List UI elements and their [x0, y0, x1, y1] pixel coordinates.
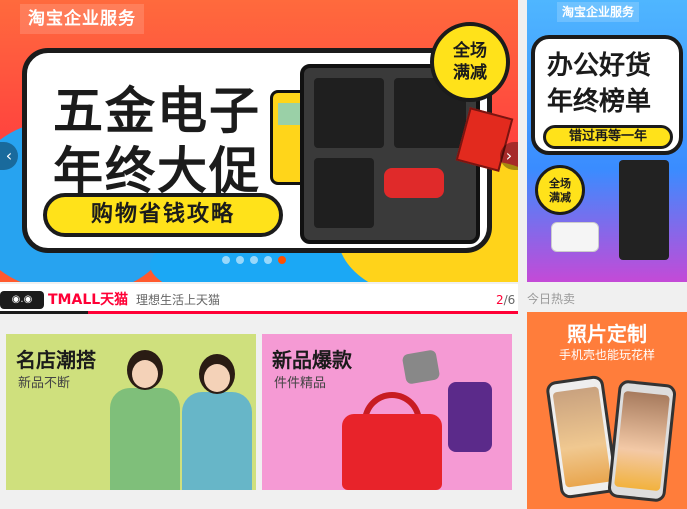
tmall-cat-icon: ◉.◉ — [0, 291, 44, 309]
model-image — [182, 354, 252, 490]
model-image — [110, 350, 180, 490]
panel-subtitle: 新品不断 — [18, 376, 71, 391]
carousel-dot[interactable] — [222, 256, 230, 264]
taobao-enterprise-logo: 淘宝企业服务 — [20, 4, 144, 34]
taobao-enterprise-logo: 淘宝企业服务 — [557, 2, 640, 22]
side-promo-card: 办公好货 年终榜单 错过再等一年 — [531, 35, 683, 155]
badge-line1: 全场 — [549, 177, 571, 190]
phone-case-image — [606, 379, 678, 503]
tmall-slogan: 理想生活上天猫 — [136, 293, 221, 307]
badge-line1: 全场 — [453, 41, 487, 61]
side-panel-title: 照片定制 — [567, 322, 647, 346]
tmall-page-indicator: 2/6 — [496, 291, 515, 309]
panel-new-products[interactable]: 新品爆款 件件精品 — [262, 334, 512, 490]
carousel-dot[interactable] — [236, 256, 244, 264]
main-carousel-banner[interactable]: 淘宝企业服务 五金电子 年终大促 购物省钱攻略 全场 满减 ‹ › — [0, 0, 518, 282]
suitcase-image — [448, 382, 492, 452]
side-title-line2: 年终榜单 — [547, 87, 652, 117]
promo-cta-button[interactable]: 购物省钱攻略 — [43, 193, 283, 237]
page-current: 2 — [496, 293, 504, 307]
side-title-line1: 办公好货 — [547, 51, 652, 81]
panel-fashion[interactable]: 名店潮搭 新品不断 — [6, 334, 256, 490]
tmall-logo[interactable]: TMALL天猫 — [48, 291, 128, 309]
page-root: 淘宝企业服务 五金电子 年终大促 购物省钱攻略 全场 满减 ‹ › 淘宝企业服务… — [0, 0, 687, 509]
today-hot-label: 今日热卖 — [527, 292, 576, 306]
projector-image — [551, 222, 599, 252]
handbag-image — [342, 414, 442, 490]
carousel-dot-active[interactable] — [278, 256, 286, 264]
panel-subtitle: 件件精品 — [274, 376, 327, 391]
discount-badge: 全场 满减 — [430, 22, 510, 102]
page-total: /6 — [503, 293, 516, 307]
panel-title: 名店潮搭 — [16, 348, 96, 372]
carousel-dot[interactable] — [264, 256, 272, 264]
badge-line2: 满减 — [549, 191, 571, 204]
carousel-dot[interactable] — [250, 256, 258, 264]
side-cta-pill[interactable]: 错过再等一年 — [543, 125, 673, 149]
panel-title: 新品爆款 — [272, 348, 352, 372]
side-discount-badge: 全场 满减 — [535, 165, 585, 215]
panel-photo-custom[interactable]: 照片定制 手机壳也能玩花样 — [527, 312, 687, 509]
side-promo-banner[interactable]: 淘宝企业服务 办公好货 年终榜单 错过再等一年 全场 满减 — [527, 0, 687, 282]
accessory-image — [401, 349, 441, 385]
desktop-pc-image — [619, 160, 669, 260]
badge-line2: 满减 — [453, 63, 487, 83]
side-panel-subtitle: 手机壳也能玩花样 — [558, 348, 655, 362]
tmall-underline — [0, 311, 518, 314]
carousel-dots — [222, 256, 286, 264]
